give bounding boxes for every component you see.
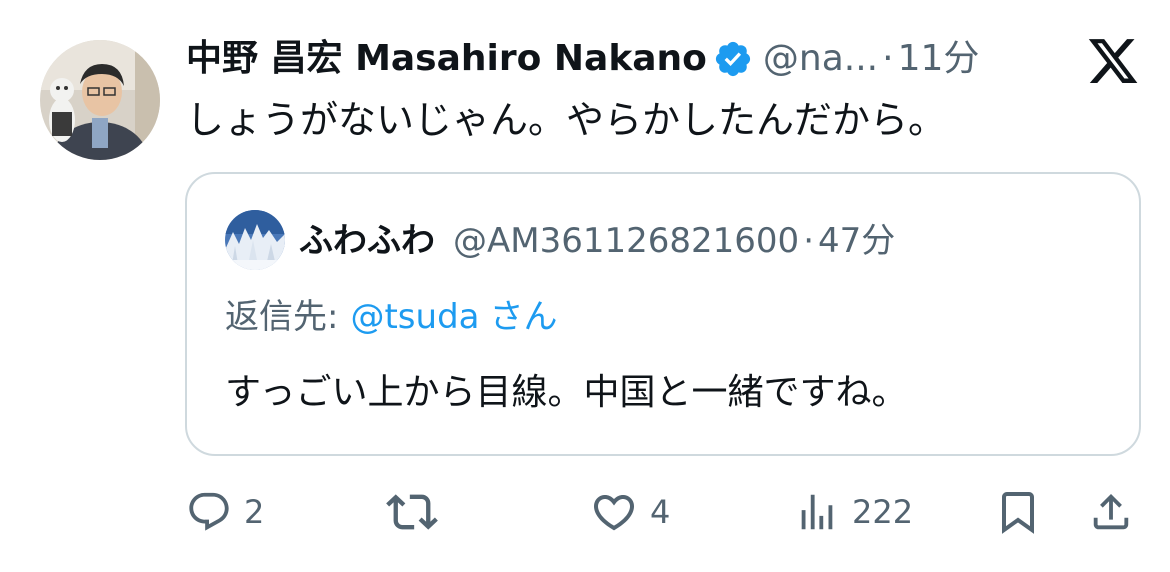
separator-dot: ·	[803, 221, 814, 261]
quoted-author-display-name[interactable]: ふわふわ	[299, 216, 435, 266]
action-bar: 2 4 222	[0, 480, 1170, 544]
share-icon	[1088, 489, 1134, 535]
verified-badge-icon[interactable]	[713, 39, 753, 79]
retweet-button[interactable]	[386, 480, 438, 544]
reply-to-honorific: さん	[489, 297, 558, 337]
bookmark-button[interactable]	[994, 480, 1042, 544]
bookmark-icon	[994, 488, 1042, 536]
author-avatar-image	[40, 40, 160, 160]
like-icon	[590, 488, 638, 536]
author-avatar[interactable]	[40, 40, 160, 160]
like-count: 4	[650, 493, 671, 531]
x-logo-icon[interactable]	[1086, 34, 1140, 88]
tweet-text: しょうがないじゃん。やらかしたんだから。	[186, 98, 947, 142]
reply-icon	[186, 489, 232, 535]
quoted-author-handle[interactable]: @AM361126821600	[453, 216, 799, 266]
author-handle[interactable]: @na...	[763, 34, 878, 84]
tweet-header: 中野 昌宏 Masahiro Nakano @na... · 11分	[186, 34, 979, 84]
share-button[interactable]	[1088, 480, 1134, 544]
retweet-icon	[386, 486, 438, 538]
author-display-name[interactable]: 中野 昌宏 Masahiro Nakano	[186, 34, 707, 84]
like-button[interactable]: 4	[590, 480, 670, 544]
quoted-avatar-image	[225, 210, 285, 270]
quoted-tweet-header: ふわふわ @AM361126821600 · 47分	[299, 216, 895, 266]
view-count: 222	[852, 493, 914, 531]
reply-button[interactable]: 2	[186, 480, 264, 544]
separator-dot: ·	[882, 38, 894, 79]
quoted-author-avatar[interactable]	[225, 210, 285, 270]
quoted-tweet-card[interactable]: ふわふわ @AM361126821600 · 47分 返信先: @tsuda さん …	[185, 172, 1141, 456]
reply-to-prefix: 返信先:	[225, 297, 339, 337]
reply-count: 2	[244, 493, 265, 531]
quoted-tweet-timestamp[interactable]: 47分	[818, 216, 895, 266]
views-button[interactable]: 222	[794, 480, 913, 544]
tweet-timestamp[interactable]: 11分	[898, 34, 980, 84]
quoted-tweet-text: すっごい上から目線。中国と一緒ですね。	[225, 372, 908, 413]
reply-to-line: 返信先: @tsuda さん	[225, 292, 557, 342]
views-icon	[794, 489, 840, 535]
reply-to-mention-link[interactable]: @tsuda	[350, 297, 479, 337]
